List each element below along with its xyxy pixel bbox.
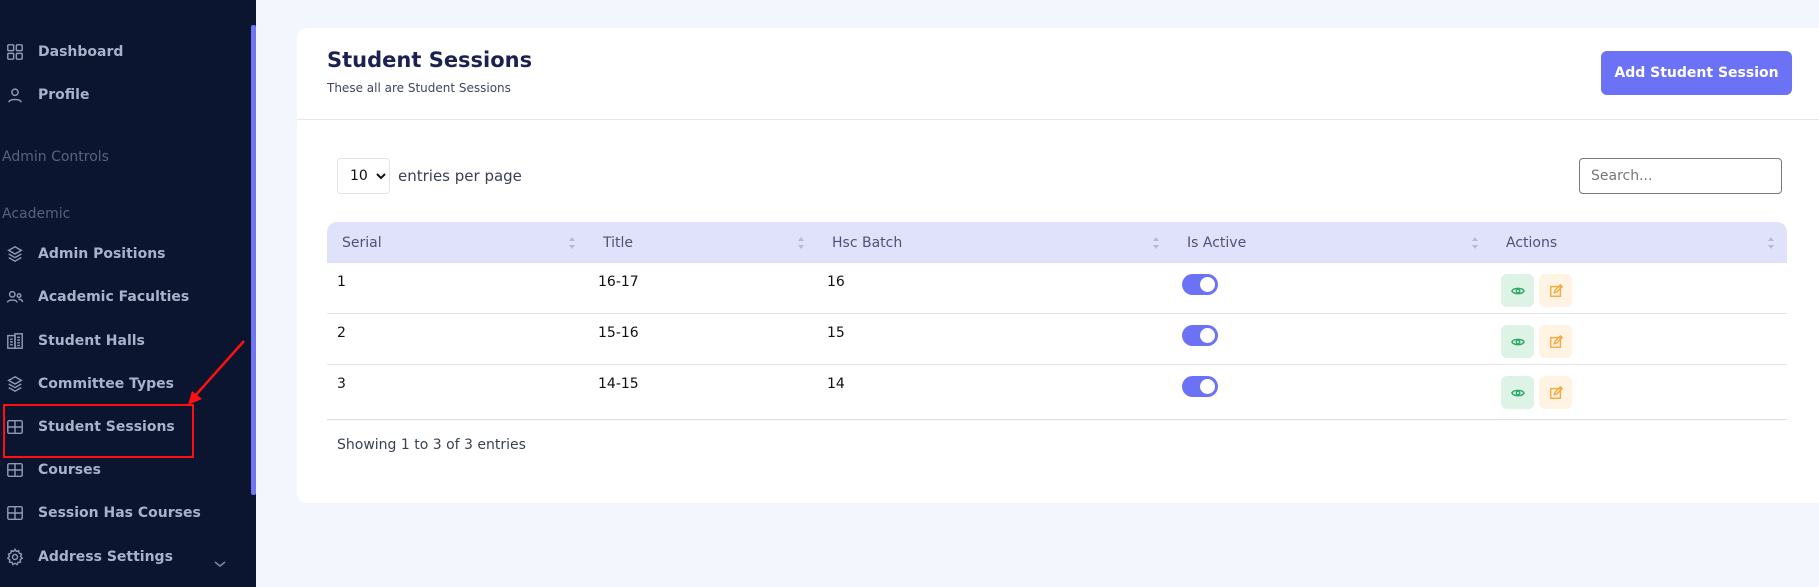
sidebar-section-academic: Academic bbox=[2, 206, 71, 222]
edit-icon bbox=[1549, 385, 1563, 399]
table-icon bbox=[5, 503, 25, 523]
sidebar-item-label: Dashboard bbox=[38, 44, 124, 60]
column-header-title[interactable]: Title bbox=[588, 222, 817, 263]
cell-hsc-batch: 15 bbox=[817, 314, 1172, 365]
column-header-actions[interactable]: Actions bbox=[1491, 222, 1787, 263]
add-student-session-button[interactable]: Add Student Session bbox=[1601, 51, 1792, 95]
edit-button[interactable] bbox=[1539, 376, 1572, 409]
card-header: Student Sessions These all are Student S… bbox=[297, 28, 1819, 120]
active-toggle[interactable] bbox=[1182, 274, 1218, 295]
sort-icon[interactable] bbox=[1471, 235, 1479, 251]
sidebar-item-label: Profile bbox=[38, 87, 90, 103]
column-header-hsc-batch[interactable]: Hsc Batch bbox=[817, 222, 1172, 263]
sidebar-item-label: Session Has Courses bbox=[38, 505, 201, 521]
sidebar-item-session-has-courses[interactable]: Session Has Courses bbox=[0, 498, 240, 528]
column-label: Hsc Batch bbox=[832, 234, 903, 251]
table-icon bbox=[5, 460, 25, 480]
student-sessions-card: Student Sessions These all are Student S… bbox=[297, 28, 1819, 503]
grid-icon bbox=[5, 42, 25, 62]
entries-per-page-label: entries per page bbox=[398, 167, 522, 185]
sort-icon[interactable] bbox=[1767, 235, 1775, 251]
search-input[interactable] bbox=[1579, 158, 1782, 194]
cell-hsc-batch: 14 bbox=[817, 365, 1172, 420]
sidebar-item-student-halls[interactable]: Student Halls bbox=[0, 326, 240, 356]
cell-actions bbox=[1491, 314, 1787, 365]
toggle-knob bbox=[1200, 379, 1215, 394]
sort-icon[interactable] bbox=[1152, 235, 1160, 251]
eye-icon bbox=[1510, 338, 1525, 345]
sidebar-item-label: Committee Types bbox=[38, 376, 174, 392]
cell-actions bbox=[1491, 365, 1787, 420]
sidebar-item-academic-faculties[interactable]: Academic Faculties bbox=[0, 282, 240, 312]
view-button[interactable] bbox=[1501, 376, 1534, 409]
cell-serial: 3 bbox=[327, 365, 588, 420]
page-title: Student Sessions bbox=[327, 48, 533, 72]
sidebar-item-label: Address Settings bbox=[38, 549, 173, 565]
sidebar: Dashboard Profile Admin Controls Academi… bbox=[0, 0, 256, 587]
users-icon bbox=[5, 287, 25, 307]
active-toggle[interactable] bbox=[1182, 325, 1218, 346]
sidebar-item-dashboard[interactable]: Dashboard bbox=[0, 37, 240, 67]
table-header-row: Serial Title Hsc Batch Is Active Actions bbox=[327, 222, 1787, 263]
page-subtitle: These all are Student Sessions bbox=[327, 81, 511, 95]
sidebar-item-label: Academic Faculties bbox=[38, 289, 190, 305]
cell-serial: 2 bbox=[327, 314, 588, 365]
sidebar-item-address-settings[interactable]: Address Settings bbox=[0, 542, 240, 572]
cell-serial: 1 bbox=[327, 263, 588, 314]
table-row: 2 15-16 15 bbox=[327, 314, 1787, 365]
toggle-knob bbox=[1200, 277, 1215, 292]
sessions-table: Serial Title Hsc Batch Is Active Actions… bbox=[327, 222, 1787, 420]
cell-is-active bbox=[1172, 365, 1491, 420]
active-toggle[interactable] bbox=[1182, 376, 1218, 397]
table-row: 1 16-17 16 bbox=[327, 263, 1787, 314]
cell-title: 15-16 bbox=[588, 314, 817, 365]
entries-per-page-select[interactable]: 10 bbox=[337, 158, 390, 194]
sidebar-item-label: Courses bbox=[38, 462, 101, 478]
table-row: 3 14-15 14 bbox=[327, 365, 1787, 420]
table-icon bbox=[5, 417, 25, 437]
sidebar-item-label: Student Sessions bbox=[38, 419, 175, 435]
layers-icon bbox=[5, 244, 25, 264]
sidebar-item-student-sessions[interactable]: Student Sessions bbox=[0, 412, 240, 442]
view-button[interactable] bbox=[1501, 325, 1534, 358]
layers-icon bbox=[5, 374, 25, 394]
eye-icon bbox=[1510, 389, 1525, 396]
sidebar-item-courses[interactable]: Courses bbox=[0, 455, 240, 485]
sort-icon[interactable] bbox=[797, 235, 805, 251]
sidebar-item-label: Admin Positions bbox=[38, 246, 166, 262]
edit-button[interactable] bbox=[1539, 274, 1572, 307]
column-label: Is Active bbox=[1187, 234, 1247, 251]
eye-icon bbox=[1510, 287, 1525, 294]
edit-icon bbox=[1549, 334, 1563, 348]
sidebar-section-admin-controls: Admin Controls bbox=[2, 149, 109, 165]
column-header-is-active[interactable]: Is Active bbox=[1172, 222, 1491, 263]
column-label: Actions bbox=[1506, 234, 1558, 251]
sidebar-item-label: Student Halls bbox=[38, 333, 145, 349]
table-info: Showing 1 to 3 of 3 entries bbox=[337, 437, 526, 453]
toggle-knob bbox=[1200, 328, 1215, 343]
sidebar-item-admin-positions[interactable]: Admin Positions bbox=[0, 239, 240, 269]
column-header-serial[interactable]: Serial bbox=[327, 222, 588, 263]
edit-icon bbox=[1549, 283, 1563, 297]
gear-icon bbox=[5, 547, 25, 567]
cell-title: 14-15 bbox=[588, 365, 817, 420]
view-button[interactable] bbox=[1501, 274, 1534, 307]
user-icon bbox=[5, 85, 25, 105]
chevron-down-icon[interactable] bbox=[213, 556, 227, 570]
sidebar-item-committee-types[interactable]: Committee Types bbox=[0, 369, 240, 399]
sort-icon[interactable] bbox=[568, 235, 576, 251]
sidebar-scrollbar[interactable] bbox=[251, 25, 256, 495]
column-label: Serial bbox=[342, 234, 382, 251]
cell-is-active bbox=[1172, 263, 1491, 314]
sidebar-item-profile[interactable]: Profile bbox=[0, 80, 240, 110]
cell-hsc-batch: 16 bbox=[817, 263, 1172, 314]
column-label: Title bbox=[603, 234, 634, 251]
cell-actions bbox=[1491, 263, 1787, 314]
cell-title: 16-17 bbox=[588, 263, 817, 314]
cell-is-active bbox=[1172, 314, 1491, 365]
edit-button[interactable] bbox=[1539, 325, 1572, 358]
building-icon bbox=[5, 331, 25, 351]
